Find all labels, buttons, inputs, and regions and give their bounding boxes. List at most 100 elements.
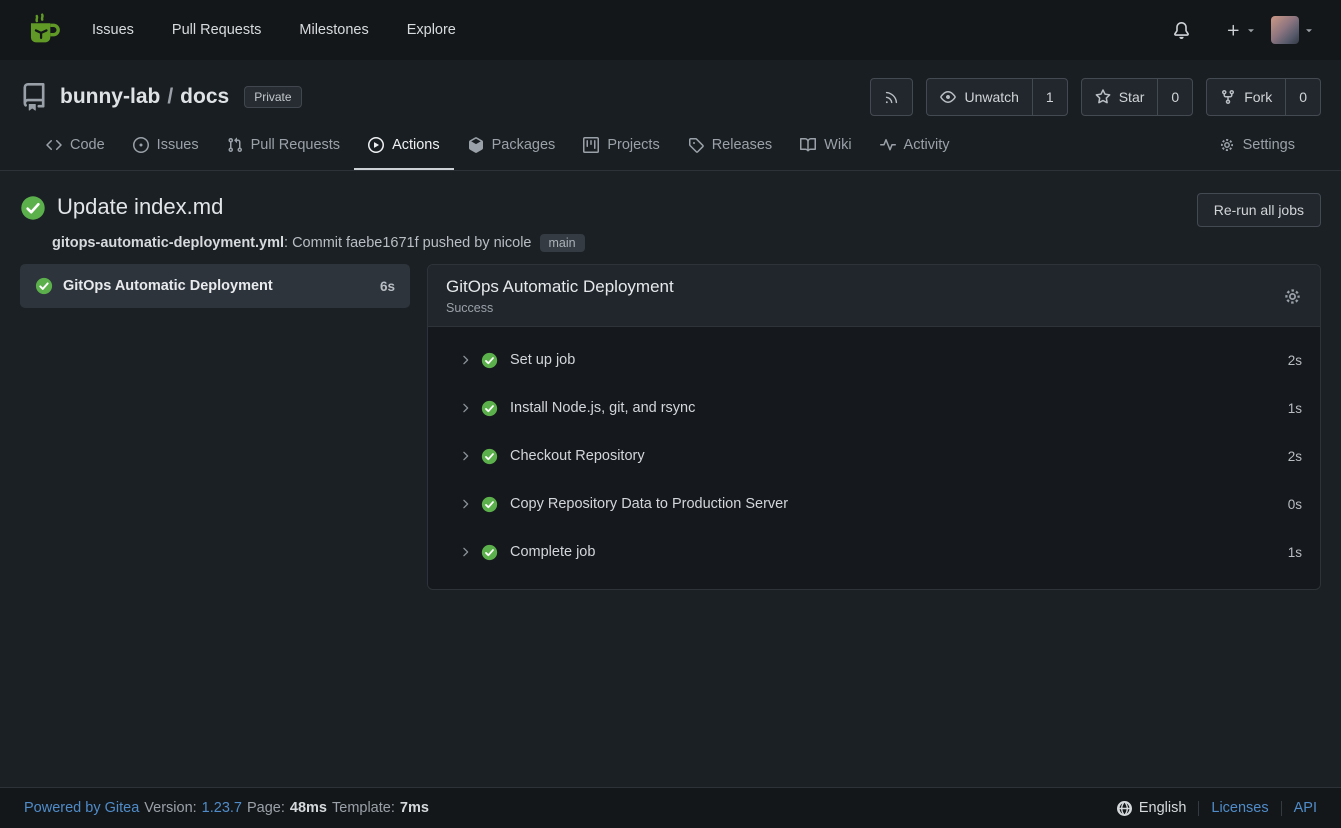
step-duration: 2s — [1288, 353, 1302, 368]
template-time-label: Template: — [332, 800, 395, 816]
rerun-all-jobs-button[interactable]: Re-run all jobs — [1197, 193, 1321, 227]
nav-link-issues[interactable]: Issues — [92, 22, 134, 38]
run-header-section: Update index.md Re-run all jobs gitops-a… — [0, 171, 1341, 252]
check-circle-icon — [481, 544, 498, 561]
project-icon — [583, 137, 599, 153]
branch-badge[interactable]: main — [540, 234, 585, 252]
create-new-button[interactable] — [1226, 23, 1257, 38]
step-row[interactable]: Set up job 2s — [428, 336, 1320, 384]
step-row[interactable]: Install Node.js, git, and rsync 1s — [428, 384, 1320, 432]
job-duration: 6s — [380, 279, 395, 294]
tab-actions[interactable]: Actions — [354, 122, 454, 170]
globe-icon — [1117, 801, 1132, 816]
run-body: GitOps Automatic Deployment 6s GitOps Au… — [0, 252, 1341, 787]
repo-icon — [20, 83, 48, 111]
repo-owner-link[interactable]: bunny-lab — [60, 85, 160, 109]
star-count[interactable]: 0 — [1157, 79, 1192, 115]
check-circle-icon — [481, 352, 498, 369]
commit-info-text: : Commit faebe1671f pushed by nicole — [284, 235, 531, 251]
job-options-gear-icon[interactable] — [1283, 287, 1302, 306]
gear-icon — [1219, 137, 1235, 153]
step-duration: 2s — [1288, 449, 1302, 464]
star-button[interactable]: Star — [1082, 79, 1158, 115]
tab-settings[interactable]: Settings — [1205, 122, 1309, 170]
git-pull-request-icon — [227, 137, 243, 153]
version-value-link[interactable]: 1.23.7 — [202, 800, 242, 816]
step-name: Install Node.js, git, and rsync — [510, 400, 695, 416]
tab-pull-requests[interactable]: Pull Requests — [213, 122, 354, 170]
nav-link-explore[interactable]: Explore — [407, 22, 456, 38]
rss-icon — [884, 90, 899, 105]
private-badge: Private — [244, 86, 301, 108]
template-time-value: 7ms — [400, 800, 429, 816]
play-circle-icon — [368, 137, 384, 153]
tab-packages[interactable]: Packages — [454, 122, 570, 170]
chevron-right-icon — [458, 353, 472, 367]
footer-divider — [1281, 801, 1282, 816]
steps-list: Set up job 2s Install Node.js, git, and … — [428, 327, 1320, 589]
repo-header: bunny-lab / docs Private Unwatch 1 Star … — [0, 60, 1341, 171]
powered-by-gitea-link[interactable]: Powered by Gitea — [24, 800, 139, 816]
chevron-right-icon — [458, 545, 472, 559]
step-row[interactable]: Copy Repository Data to Production Serve… — [428, 480, 1320, 528]
licenses-link[interactable]: Licenses — [1211, 800, 1268, 816]
tab-wiki[interactable]: Wiki — [786, 122, 865, 170]
job-item[interactable]: GitOps Automatic Deployment 6s — [20, 264, 410, 308]
page-time-value: 48ms — [290, 800, 327, 816]
job-log-panel: GitOps Automatic Deployment Success Set … — [427, 264, 1321, 590]
fork-button-group: Fork 0 — [1206, 78, 1321, 116]
top-navbar: Issues Pull Requests Milestones Explore — [0, 0, 1341, 60]
pulse-icon — [880, 137, 896, 153]
star-button-group: Star 0 — [1081, 78, 1193, 116]
language-selector[interactable]: English — [1117, 800, 1187, 816]
nav-link-milestones[interactable]: Milestones — [299, 22, 368, 38]
user-avatar — [1271, 16, 1299, 44]
eye-icon — [940, 89, 956, 105]
chevron-right-icon — [458, 401, 472, 415]
chevron-right-icon — [458, 449, 472, 463]
star-icon — [1095, 89, 1111, 105]
job-panel-header: GitOps Automatic Deployment Success — [428, 265, 1320, 327]
run-title: Update index.md — [57, 193, 223, 221]
job-status-text: Success — [446, 301, 674, 315]
git-fork-icon — [1220, 89, 1236, 105]
check-circle-icon — [35, 277, 53, 295]
user-menu-button[interactable] — [1271, 16, 1315, 44]
step-name: Set up job — [510, 352, 575, 368]
tab-code[interactable]: Code — [32, 122, 119, 170]
code-icon — [46, 137, 62, 153]
gitea-logo[interactable] — [26, 12, 62, 48]
triangle-down-icon — [1303, 24, 1315, 36]
watch-count[interactable]: 1 — [1032, 79, 1067, 115]
fork-count[interactable]: 0 — [1285, 79, 1320, 115]
jobs-sidebar: GitOps Automatic Deployment 6s — [20, 264, 410, 308]
nav-link-pull-requests[interactable]: Pull Requests — [172, 22, 261, 38]
step-name: Copy Repository Data to Production Serve… — [510, 496, 788, 512]
watch-button-group: Unwatch 1 — [926, 78, 1067, 116]
step-duration: 1s — [1288, 401, 1302, 416]
tab-issues[interactable]: Issues — [119, 122, 213, 170]
workflow-file-link[interactable]: gitops-automatic-deployment.yml — [52, 235, 284, 251]
fork-button[interactable]: Fork — [1207, 79, 1285, 115]
step-duration: 0s — [1288, 497, 1302, 512]
repo-name-link[interactable]: docs — [180, 85, 229, 109]
plus-icon — [1226, 23, 1241, 38]
check-circle-icon — [481, 400, 498, 417]
unwatch-button[interactable]: Unwatch — [927, 79, 1031, 115]
repo-tabs: Code Issues Pull Requests Actions Packag… — [20, 122, 1321, 170]
check-circle-icon — [481, 496, 498, 513]
tab-activity[interactable]: Activity — [866, 122, 964, 170]
step-row[interactable]: Checkout Repository 2s — [428, 432, 1320, 480]
step-row[interactable]: Complete job 1s — [428, 528, 1320, 576]
package-icon — [468, 137, 484, 153]
run-success-check-icon — [20, 193, 46, 221]
api-link[interactable]: API — [1294, 800, 1317, 816]
check-circle-icon — [481, 448, 498, 465]
footer-divider — [1198, 801, 1199, 816]
book-icon — [800, 137, 816, 153]
tab-releases[interactable]: Releases — [674, 122, 786, 170]
tab-projects[interactable]: Projects — [569, 122, 673, 170]
notifications-bell-icon[interactable] — [1173, 22, 1190, 39]
step-duration: 1s — [1288, 545, 1302, 560]
rss-button[interactable] — [870, 78, 913, 116]
